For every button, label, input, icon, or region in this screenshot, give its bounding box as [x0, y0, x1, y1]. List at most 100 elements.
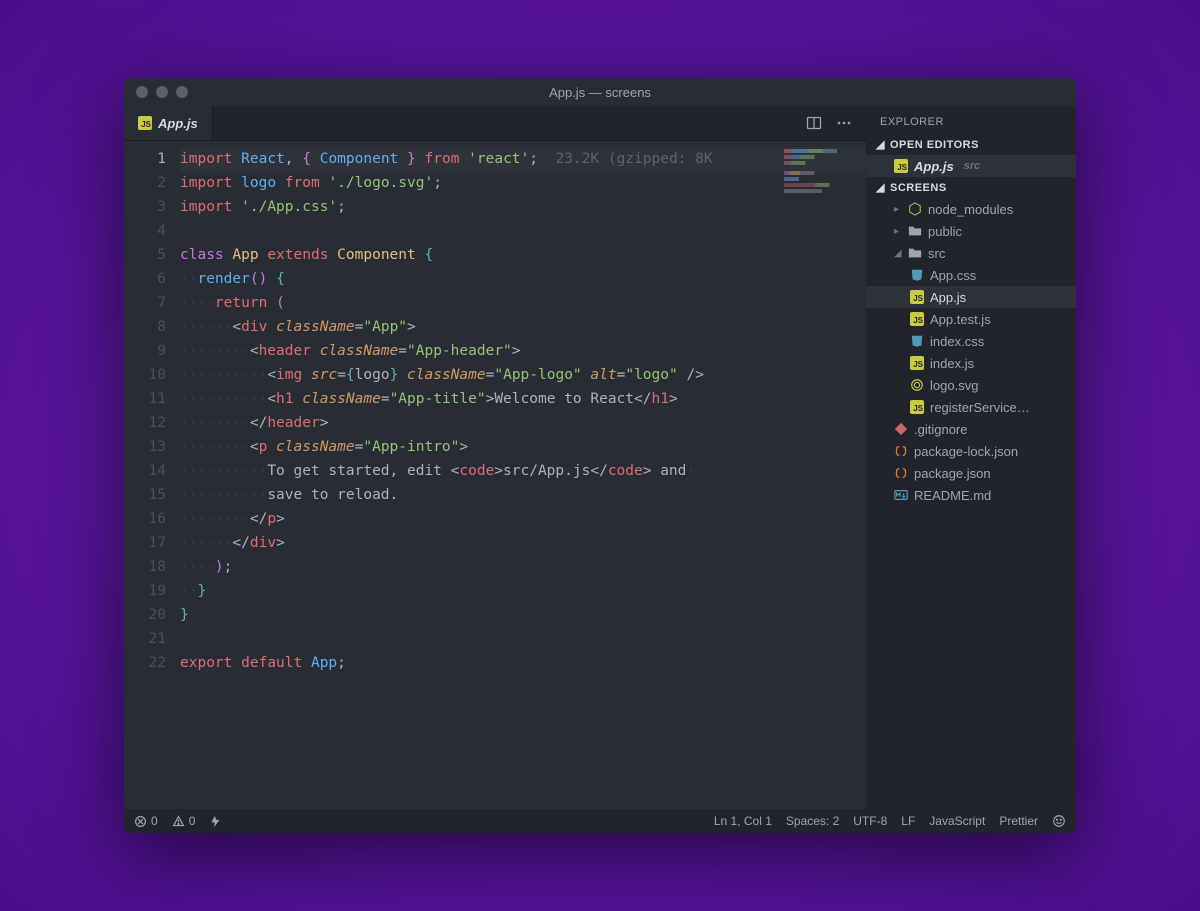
line-number: 9	[124, 339, 166, 363]
file-item[interactable]: package.json	[866, 462, 1076, 484]
file-item[interactable]: App.css	[866, 264, 1076, 286]
code-line[interactable]: ··render() {	[180, 267, 866, 291]
code-line[interactable]: ······</div>	[180, 531, 866, 555]
file-path-hint: src	[964, 160, 981, 172]
status-bar: 0 0 Ln 1, Col 1 Spaces: 2 UTF-8 LF JavaS…	[124, 809, 1076, 833]
file-name: logo.svg	[930, 378, 978, 393]
status-eol[interactable]: LF	[901, 814, 915, 828]
git-file-icon	[894, 422, 908, 436]
chevron-down-icon: ◢	[876, 138, 886, 151]
file-item[interactable]: .gitignore	[866, 418, 1076, 440]
folder-icon	[908, 246, 922, 260]
line-number: 1	[124, 147, 166, 171]
line-number: 14	[124, 459, 166, 483]
line-number: 19	[124, 579, 166, 603]
js-file-icon: JS	[910, 290, 924, 304]
code-line[interactable]: class App extends Component {	[180, 243, 866, 267]
titlebar[interactable]: App.js — screens	[124, 78, 1076, 106]
code-line[interactable]: ······<div className="App">	[180, 315, 866, 339]
file-item[interactable]: JS App.js src	[866, 155, 1076, 177]
line-number: 2	[124, 171, 166, 195]
js-file-icon: JS	[910, 356, 924, 370]
code-content[interactable]: import React, { Component } from 'react'…	[180, 141, 866, 809]
code-line[interactable]: export default App;	[180, 651, 866, 675]
code-line[interactable]: ····);	[180, 555, 866, 579]
node-folder-icon	[908, 202, 922, 216]
js-file-icon: JS	[138, 116, 152, 130]
code-line[interactable]: ········<p className="App-intro">	[180, 435, 866, 459]
file-item[interactable]: JS index.js	[866, 352, 1076, 374]
code-line[interactable]: ··········To get started, edit <code>src…	[180, 459, 866, 483]
line-number: 12	[124, 411, 166, 435]
file-name: index.js	[930, 356, 974, 371]
line-gutter: 12345678910111213141516171819202122	[124, 141, 180, 809]
file-item[interactable]: README.md	[866, 484, 1076, 506]
tab-bar: JS App.js	[124, 106, 866, 141]
maximize-window-icon[interactable]	[176, 86, 188, 98]
explorer-section-header[interactable]: ◢ OPEN EDITORS	[866, 134, 1076, 155]
status-warnings[interactable]: 0	[172, 814, 196, 828]
code-line[interactable]: ··········save to reload.	[180, 483, 866, 507]
status-language[interactable]: JavaScript	[929, 814, 985, 828]
editor-window: App.js — screens JS App.js	[124, 78, 1076, 833]
code-line[interactable]: import './App.css';	[180, 195, 866, 219]
status-encoding[interactable]: UTF-8	[853, 814, 887, 828]
status-formatter[interactable]: Prettier	[999, 814, 1038, 828]
file-name: App.test.js	[930, 312, 991, 327]
folder-item[interactable]: ▸node_modules	[866, 198, 1076, 220]
code-line[interactable]	[180, 627, 866, 651]
file-name: package.json	[914, 466, 991, 481]
code-line[interactable]: ··········<img src={logo} className="App…	[180, 363, 866, 387]
code-line[interactable]: ········</p>	[180, 507, 866, 531]
file-item[interactable]: logo.svg	[866, 374, 1076, 396]
folder-item[interactable]: ◢src	[866, 242, 1076, 264]
file-name: App.js	[914, 159, 954, 174]
file-item[interactable]: JS App.test.js	[866, 308, 1076, 330]
js-file-icon: JS	[910, 400, 924, 414]
tab-app-js[interactable]: JS App.js	[124, 106, 213, 140]
status-indent[interactable]: Spaces: 2	[786, 814, 839, 828]
js-file-icon: JS	[910, 312, 924, 326]
minimap[interactable]	[784, 147, 860, 203]
minimize-window-icon[interactable]	[156, 86, 168, 98]
code-line[interactable]	[180, 219, 866, 243]
status-feedback-icon[interactable]	[1052, 814, 1066, 828]
svg-file-icon	[910, 378, 924, 392]
status-cursor[interactable]: Ln 1, Col 1	[714, 814, 772, 828]
code-line[interactable]: ··········<h1 className="App-title">Welc…	[180, 387, 866, 411]
code-line[interactable]: import logo from './logo.svg';	[180, 171, 866, 195]
code-editor[interactable]: 12345678910111213141516171819202122 impo…	[124, 141, 866, 809]
line-number: 21	[124, 627, 166, 651]
file-item[interactable]: index.css	[866, 330, 1076, 352]
code-line[interactable]: ········<header className="App-header">	[180, 339, 866, 363]
explorer-section-header[interactable]: ◢SCREENS	[866, 177, 1076, 198]
split-editor-icon[interactable]	[806, 115, 822, 131]
file-item[interactable]: package-lock.json	[866, 440, 1076, 462]
css-file-icon	[910, 268, 924, 282]
file-item[interactable]: JS registerService…	[866, 396, 1076, 418]
line-number: 7	[124, 291, 166, 315]
line-number: 5	[124, 243, 166, 267]
close-window-icon[interactable]	[136, 86, 148, 98]
window-controls	[136, 86, 188, 98]
code-line[interactable]: import React, { Component } from 'react'…	[180, 147, 866, 171]
chevron-down-icon: ◢	[894, 248, 902, 259]
file-item[interactable]: JS App.js	[866, 286, 1076, 308]
line-number: 11	[124, 387, 166, 411]
section-label: OPEN EDITORS	[890, 139, 979, 151]
status-live-icon[interactable]	[209, 815, 222, 828]
line-number: 17	[124, 531, 166, 555]
status-errors[interactable]: 0	[134, 814, 158, 828]
file-name: public	[928, 224, 962, 239]
code-line[interactable]: ····return (	[180, 291, 866, 315]
window-title: App.js — screens	[124, 85, 1076, 100]
more-icon[interactable]	[836, 115, 852, 131]
code-line[interactable]: ··}	[180, 579, 866, 603]
code-line[interactable]: }	[180, 603, 866, 627]
js-file-icon: JS	[894, 159, 908, 173]
code-line[interactable]: ········</header>	[180, 411, 866, 435]
line-number: 4	[124, 219, 166, 243]
file-name: registerService…	[930, 400, 1030, 415]
file-name: App.js	[930, 290, 966, 305]
folder-item[interactable]: ▸public	[866, 220, 1076, 242]
